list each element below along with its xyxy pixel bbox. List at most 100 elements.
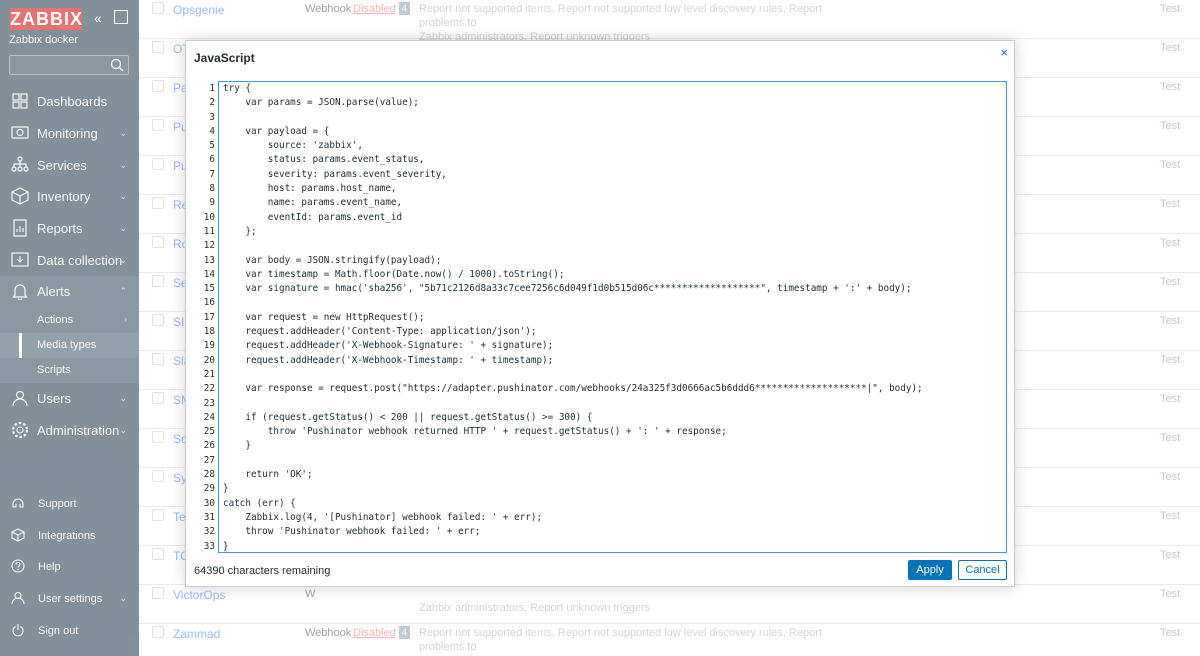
row-checkbox[interactable] (152, 626, 164, 638)
sidebar-item-reports[interactable]: Reports ⌄ (0, 213, 139, 245)
sidebar-item-inventory[interactable]: Inventory ⌄ (0, 181, 139, 213)
sidebar-item-monitoring[interactable]: Monitoring ⌄ (0, 118, 139, 150)
test-link[interactable]: Test (1160, 588, 1180, 600)
used-in-actions-line: Zabbix administrators, Report unknown tr… (419, 602, 651, 614)
test-link[interactable]: Test (1160, 432, 1180, 444)
test-link[interactable]: Test (1160, 120, 1180, 132)
chevron-up-icon: ⌃ (119, 286, 127, 297)
line-number: 9 (209, 197, 215, 209)
test-link[interactable]: Test (1160, 237, 1180, 249)
test-link[interactable]: Test (1160, 315, 1180, 327)
sidebar-item-label: Services (37, 157, 87, 173)
row-checkbox[interactable] (152, 548, 164, 560)
sidebar-item-integrations[interactable]: Integrations (0, 520, 139, 552)
status-toggle-link[interactable]: Disabled (353, 3, 396, 15)
code-text[interactable]: try { var params = JSON.parse(value); va… (223, 82, 1003, 554)
submenu-item-label: Scripts (37, 363, 71, 376)
line-number: 6 (209, 154, 215, 166)
code-line: source: 'zabbix', (223, 140, 363, 152)
action-count-badge: 4 (399, 626, 410, 639)
row-checkbox[interactable] (152, 119, 164, 131)
test-link[interactable]: Test (1160, 3, 1180, 15)
sidebar-item-help[interactable]: Help (0, 551, 139, 583)
test-link[interactable]: Test (1160, 549, 1180, 561)
close-icon[interactable]: × (1000, 45, 1008, 60)
test-link[interactable]: Test (1160, 42, 1180, 54)
row-checkbox[interactable] (152, 431, 164, 443)
submenu-item-media-types[interactable]: Media types (0, 332, 139, 358)
row-checkbox[interactable] (152, 314, 164, 326)
row-checkbox[interactable] (152, 197, 164, 209)
row-checkbox[interactable] (152, 392, 164, 404)
test-link[interactable]: Test (1160, 159, 1180, 171)
media-type-name-link[interactable]: Opsgenie (173, 3, 224, 17)
zabbix-logo[interactable]: ZABBIX (10, 8, 82, 30)
kiosk-mode-icon[interactable] (114, 10, 128, 24)
sidebar-item-sign-out[interactable]: Sign out (0, 615, 139, 647)
test-link[interactable]: Test (1160, 276, 1180, 288)
logo-row: ZABBIX « (10, 8, 135, 32)
search-icon[interactable] (110, 58, 124, 72)
test-link[interactable]: Test (1160, 471, 1180, 483)
test-link[interactable]: Test (1160, 393, 1180, 405)
services-icon (11, 156, 29, 172)
row-checkbox[interactable] (152, 80, 164, 92)
sidebar-item-support[interactable]: Support (0, 488, 139, 520)
sidebar-item-dashboards[interactable]: Dashboards (0, 86, 139, 118)
cancel-button[interactable]: Cancel (958, 560, 1007, 580)
test-link[interactable]: Test (1160, 81, 1180, 93)
sidebar-item-services[interactable]: Services ⌄ (0, 149, 139, 181)
row-checkbox[interactable] (152, 236, 164, 248)
collapse-sidebar-icon[interactable]: « (94, 10, 108, 26)
apply-button[interactable]: Apply (908, 560, 952, 580)
submenu-item-scripts[interactable]: Scripts (0, 358, 139, 383)
row-checkbox[interactable] (152, 158, 164, 170)
characters-remaining: 64390 characters remaining (194, 565, 331, 577)
media-type-name-link[interactable]: Zammad (173, 627, 220, 641)
line-number: 12 (203, 240, 215, 252)
sidebar-search-input[interactable] (9, 55, 129, 75)
media-type-name-link[interactable]: VictorOps (173, 588, 225, 602)
status-toggle-link[interactable]: Disabled (353, 627, 396, 639)
test-link[interactable]: Test (1160, 354, 1180, 366)
sidebar-item-users[interactable]: Users ⌄ (0, 383, 139, 415)
sidebar-item-label: Sign out (38, 624, 79, 637)
row-checkbox[interactable] (152, 2, 164, 14)
line-number: 4 (209, 125, 215, 137)
submenu-item-label: Media types (37, 338, 97, 351)
sidebar-item-data-collection[interactable]: Data collection ⌄ (0, 244, 139, 276)
sidebar-item-label: Administration (37, 422, 120, 438)
help-icon (11, 559, 25, 573)
code-editor[interactable]: 1 2 3 4 5 6 7 8 9 10 11 12 13 14 15 16 17 18 19 20 21 22 23 24 2… (204, 81, 1007, 554)
line-number: 2 (209, 97, 215, 109)
line-number: 21 (203, 368, 215, 380)
test-link[interactable]: Test (1160, 198, 1180, 210)
row-checkbox[interactable] (152, 41, 164, 53)
code-line: var body = JSON.stringify(payload); (223, 254, 442, 266)
submenu-item-actions[interactable]: Actions › (0, 308, 139, 333)
line-number: 1 (209, 83, 215, 94)
line-number: 25 (203, 426, 215, 438)
code-line: eventId: params.event_id (223, 211, 403, 223)
code-line: var request = new HttpRequest(); (223, 311, 425, 323)
chevron-down-icon: ⌄ (119, 223, 127, 234)
sidebar-item-user-settings[interactable]: User settings ⌄ (0, 583, 139, 615)
alerts-icon (12, 284, 28, 301)
line-number: 30 (203, 497, 215, 509)
test-link[interactable]: Test (1160, 510, 1180, 522)
chevron-down-icon: ⌄ (119, 191, 127, 202)
test-link[interactable]: Test (1160, 627, 1180, 639)
row-checkbox[interactable] (152, 353, 164, 365)
sidebar-item-administration[interactable]: Administration ⌄ (0, 415, 139, 447)
row-checkbox[interactable] (152, 470, 164, 482)
row-checkbox[interactable] (152, 275, 164, 287)
row-checkbox[interactable] (152, 587, 164, 599)
code-line: }; (223, 225, 257, 237)
line-number: 20 (203, 354, 215, 366)
sidebar-item-label: Integrations (38, 529, 96, 542)
line-number: 33 (203, 540, 215, 552)
sidebar-item-alerts[interactable]: Alerts ⌃ (0, 276, 139, 308)
line-number: 14 (203, 268, 215, 280)
submenu-item-label: Actions (37, 313, 74, 326)
row-checkbox[interactable] (152, 509, 164, 521)
